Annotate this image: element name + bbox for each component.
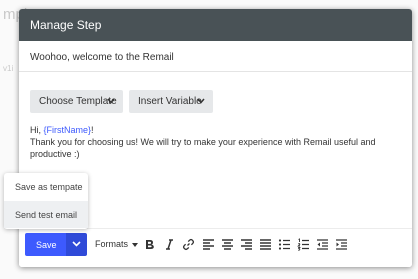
save-options-toggle[interactable] bbox=[66, 233, 87, 256]
chevron-down-icon bbox=[72, 241, 81, 247]
chevron-down-icon bbox=[107, 98, 115, 104]
bold-icon[interactable] bbox=[143, 238, 156, 251]
save-button-group: Save bbox=[25, 233, 87, 256]
outdent-icon[interactable] bbox=[316, 238, 329, 251]
formats-dropdown[interactable]: Formats bbox=[95, 239, 128, 251]
editor-top-toolbar: Choose Template Insert Variable bbox=[19, 72, 412, 118]
align-right-icon[interactable] bbox=[240, 238, 253, 251]
bullet-list-icon[interactable] bbox=[278, 238, 291, 251]
link-icon[interactable] bbox=[182, 238, 195, 251]
save-as-template-menu-item[interactable]: Save as tempate bbox=[4, 173, 88, 200]
modal-title: Manage Step bbox=[30, 18, 102, 32]
save-options-menu: Save as tempate Send test email bbox=[4, 173, 88, 229]
message-line: Thank you for choosing us! We will try t… bbox=[30, 137, 376, 159]
save-button[interactable]: Save bbox=[25, 233, 66, 256]
align-center-icon[interactable] bbox=[221, 238, 234, 251]
insert-variable-label: Insert Variable bbox=[138, 96, 202, 107]
send-test-email-menu-item[interactable]: Send test email bbox=[4, 201, 88, 228]
firstname-variable-token: {FirstName} bbox=[43, 125, 92, 135]
italic-icon[interactable] bbox=[163, 238, 176, 251]
align-justify-icon[interactable] bbox=[259, 238, 272, 251]
email-body-editor[interactable]: Hi, {FirstName}! Thank you for choosing … bbox=[30, 124, 405, 160]
greeting-prefix: Hi, bbox=[30, 125, 44, 135]
chevron-down-icon bbox=[197, 98, 205, 104]
background-subtext: v1i bbox=[3, 64, 14, 73]
formats-caret-icon bbox=[132, 243, 138, 247]
align-left-icon[interactable] bbox=[202, 238, 215, 251]
editor-footer-toolbar: Save Formats bbox=[19, 228, 412, 267]
choose-template-button[interactable]: Choose Template bbox=[30, 90, 123, 113]
insert-variable-button[interactable]: Insert Variable bbox=[129, 90, 213, 113]
subject-field[interactable]: Woohoo, welcome to the Remail bbox=[19, 41, 412, 72]
numbered-list-icon[interactable] bbox=[297, 238, 310, 251]
greeting-line: Hi, {FirstName}! bbox=[30, 124, 405, 136]
choose-template-label: Choose Template bbox=[39, 96, 117, 107]
modal-header: Manage Step bbox=[19, 9, 412, 41]
indent-icon[interactable] bbox=[335, 238, 348, 251]
greeting-suffix: ! bbox=[91, 125, 94, 135]
